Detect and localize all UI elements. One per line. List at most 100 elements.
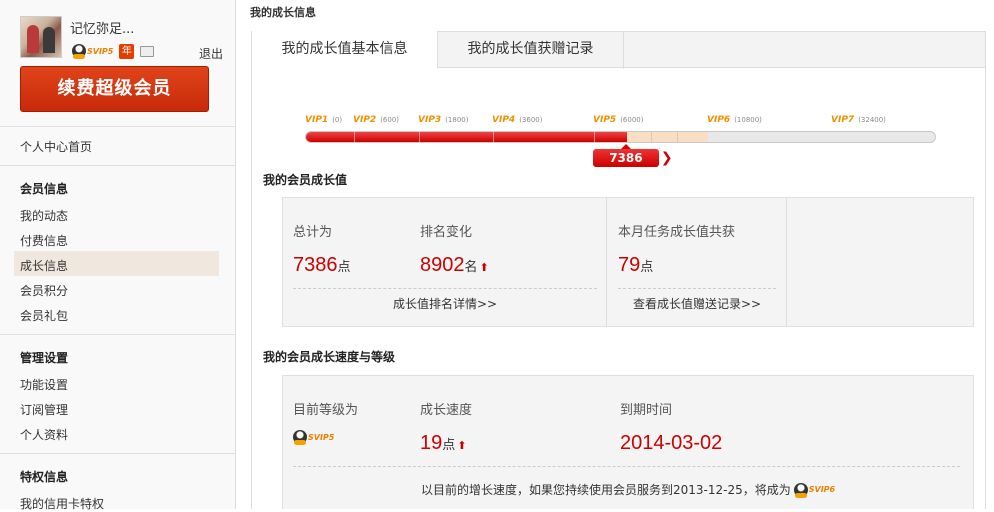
sidebar-item-growth[interactable]: 成长信息	[20, 257, 68, 274]
divider	[786, 198, 787, 326]
qq-penguin-icon	[793, 482, 808, 498]
divider	[606, 198, 607, 326]
monthly-task-label: 本月任务成长值共获	[618, 225, 736, 240]
level-divider	[419, 132, 420, 142]
level-divider	[650, 132, 652, 142]
expire-label: 到期时间	[620, 403, 673, 418]
vip-level-threshold: (600)	[380, 116, 400, 124]
rank-value: 8902名 ⬆	[420, 254, 489, 277]
growth-speed-value: 19点 ⬆	[420, 432, 466, 455]
logout-link[interactable]: 退出	[199, 45, 223, 62]
monthly-number: 79	[618, 254, 641, 276]
rank-number: 8902	[420, 254, 465, 276]
divider	[0, 165, 235, 166]
svip6-level-icon: SVIP6	[793, 482, 836, 498]
renew-svip-button[interactable]: 续费超级会员	[20, 66, 209, 112]
divider	[293, 288, 597, 289]
sidebar-item-home[interactable]: 个人中心首页	[20, 138, 92, 155]
rank-details-link[interactable]: 成长值排名详情>>	[393, 295, 497, 312]
speed-number: 19	[420, 432, 443, 454]
growth-progress-bar	[305, 131, 936, 143]
divider	[0, 453, 235, 454]
vip-level-label-7: VIP7 (32400)	[831, 115, 886, 125]
avatar[interactable]	[20, 16, 62, 58]
sidebar-item-subscriptions[interactable]: 订阅管理	[20, 401, 68, 418]
sidebar-item-points[interactable]: 会员积分	[20, 282, 68, 299]
vip-level-threshold: (0)	[332, 116, 343, 124]
total-value: 7386点	[293, 254, 351, 277]
vip-level-label-2: VIP2 (600)	[353, 115, 399, 125]
monthly-unit: 点	[640, 259, 654, 274]
divider	[0, 126, 235, 127]
vip-level-threshold: (3600)	[519, 116, 543, 124]
sidebar-item-profile[interactable]: 个人资料	[20, 426, 68, 443]
level-divider	[493, 132, 494, 142]
gift-records-link[interactable]: 查看成长值赠送记录>>	[633, 295, 761, 312]
level-badge-text: SVIP5	[308, 432, 335, 442]
card-icon[interactable]	[140, 45, 155, 57]
level-divider	[676, 132, 678, 142]
current-level-label: 目前等级为	[293, 403, 359, 418]
user-badges: SVIP5 年	[72, 43, 155, 59]
vip-level-label-5: VIP5 (6000)	[593, 115, 643, 125]
vip-level-name: VIP3	[418, 115, 442, 125]
sidebar-group-member-info: 会员信息	[20, 182, 69, 196]
vip-level-name: VIP7	[831, 115, 855, 125]
arrow-up-icon: ⬆	[479, 262, 489, 274]
progress-next-level-zone	[626, 132, 708, 142]
speed-unit: 点	[442, 437, 456, 452]
page-title: 我的成长信息	[250, 6, 316, 19]
level-divider	[354, 132, 355, 142]
divider	[293, 466, 960, 467]
sidebar: 记忆弥足... SVIP5 年 退出 续费超级会员 个人中心首页 会员信息 我的…	[0, 0, 236, 512]
level-divider	[594, 132, 595, 142]
divider	[618, 288, 776, 289]
sidebar-group-settings: 管理设置	[20, 351, 69, 365]
rank-unit: 名	[464, 259, 478, 274]
growth-speed-label: 成长速度	[420, 403, 473, 418]
sidebar-item-features[interactable]: 功能设置	[20, 376, 68, 393]
speed-section-title: 我的会员成长速度与等级	[263, 350, 396, 364]
sidebar-item-payment[interactable]: 付费信息	[20, 232, 68, 249]
vip-level-name: VIP4	[492, 115, 516, 125]
sidebar-item-gifts[interactable]: 会员礼包	[20, 307, 68, 324]
total-unit: 点	[337, 259, 351, 274]
growth-section-title: 我的会员成长值	[263, 173, 348, 187]
vip-level-name: VIP1	[305, 115, 329, 125]
marker-arrow-icon: ❯	[660, 150, 673, 166]
tab-growth-basic[interactable]: 我的成长值基本信息	[252, 31, 438, 69]
svip-badge-text: SVIP5	[87, 46, 114, 56]
sidebar-item-credit-card[interactable]: 我的信用卡特权	[20, 495, 104, 512]
username[interactable]: 记忆弥足...	[70, 18, 134, 37]
arrow-up-icon: ⬆	[457, 440, 467, 452]
projection-note: 以目前的增长速度，如果您持续使用会员服务到2013-12-25，将成为 SVIP6	[421, 481, 835, 498]
current-value-marker: 7386	[592, 144, 659, 167]
divider	[0, 334, 235, 335]
sidebar-item-activity[interactable]: 我的动态	[20, 207, 68, 224]
svip5-level-icon: SVIP5	[293, 430, 335, 445]
monthly-task-value: 79点	[618, 254, 653, 277]
vip-level-label-1: VIP1 (0)	[305, 115, 342, 125]
rank-change-label: 排名变化	[420, 225, 473, 240]
vip-level-label-6: VIP6 (10800)	[707, 115, 762, 125]
sidebar-group-privileges: 特权信息	[20, 470, 69, 484]
vip-level-name: VIP5	[593, 115, 617, 125]
vip-level-label-3: VIP3 (1800)	[418, 115, 468, 125]
vip-level-label-4: VIP4 (3600)	[492, 115, 542, 125]
annual-badge-icon[interactable]: 年	[119, 43, 135, 59]
vip-level-name: VIP6	[707, 115, 731, 125]
total-number: 7386	[293, 254, 338, 276]
vip-level-threshold: (6000)	[620, 116, 644, 124]
svip-badge-icon[interactable]: SVIP5	[72, 44, 114, 59]
qq-penguin-icon	[293, 430, 307, 445]
vip-level-threshold: (32400)	[858, 116, 886, 124]
vip-level-threshold: (1800)	[445, 116, 469, 124]
expire-date: 2014-03-02	[620, 432, 723, 454]
vip-level-threshold: (10800)	[734, 116, 762, 124]
note-badge-text: SVIP6	[808, 485, 836, 494]
qq-penguin-icon	[72, 44, 86, 59]
projection-text: 以目前的增长速度，如果您持续使用会员服务到2013-12-25，将成为	[421, 483, 791, 497]
tab-growth-gift-records[interactable]: 我的成长值获赠记录	[438, 31, 624, 69]
total-label: 总计为	[293, 225, 333, 240]
vip-level-name: VIP2	[353, 115, 377, 125]
